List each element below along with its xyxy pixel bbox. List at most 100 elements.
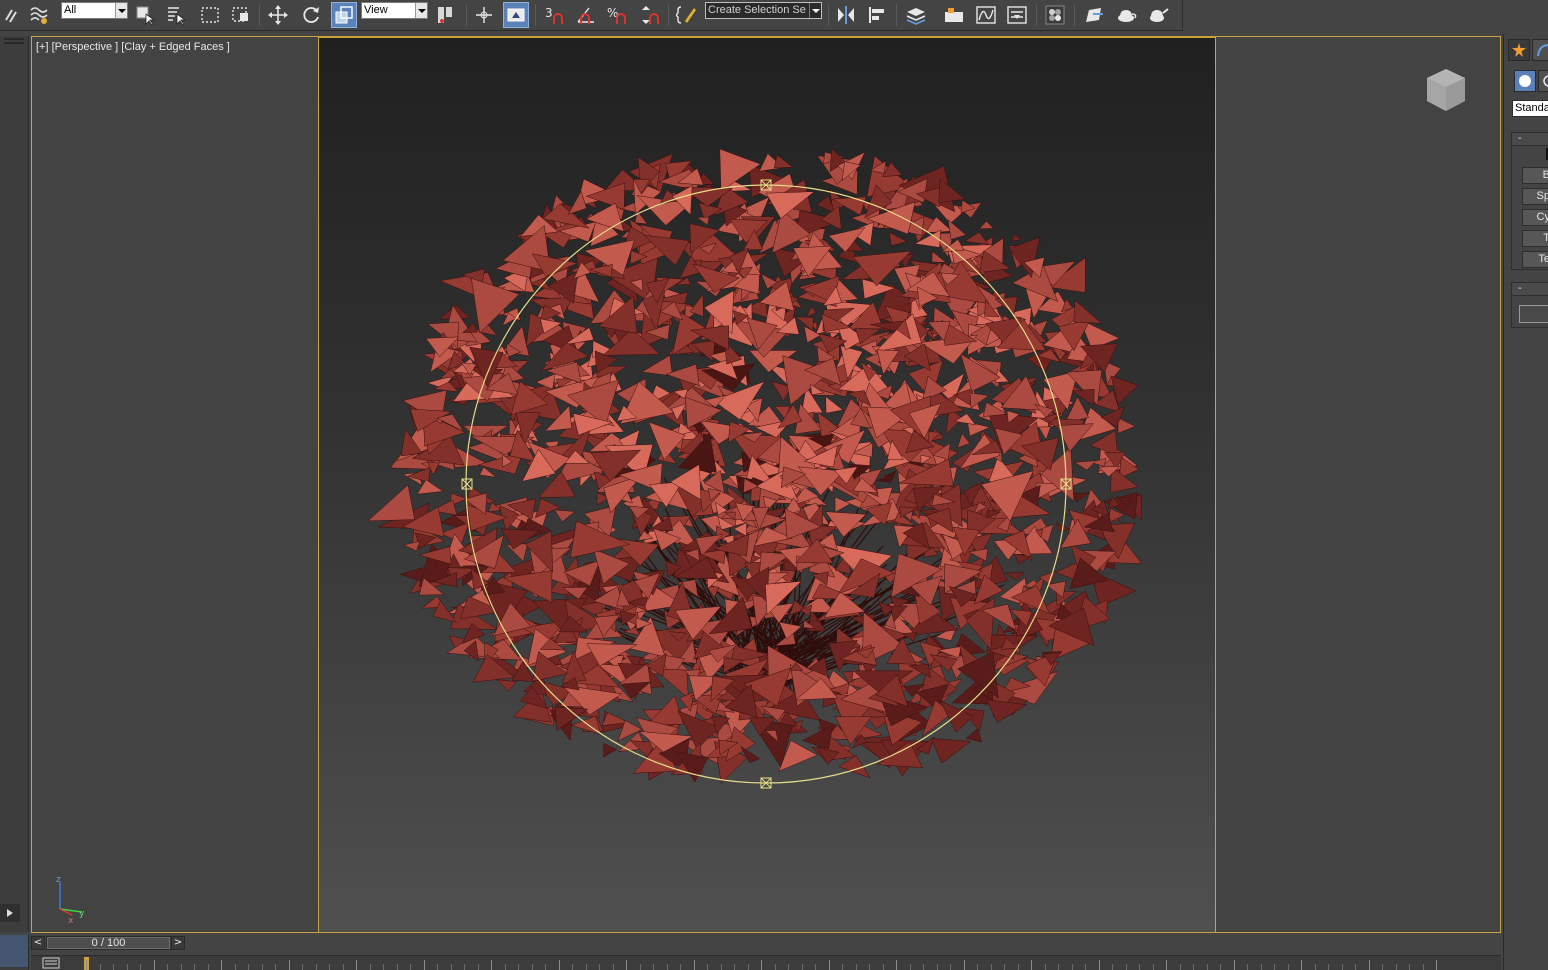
timeline-tick xyxy=(1409,964,1410,970)
toolbar-separator xyxy=(1036,4,1037,26)
tree-foliage-mesh[interactable] xyxy=(367,147,1143,784)
timeline-tick xyxy=(1382,964,1383,970)
object-name-field[interactable] xyxy=(1519,305,1548,323)
keyboard-shortcut-override-icon[interactable] xyxy=(503,2,529,28)
layer-manager-icon[interactable] xyxy=(903,2,929,28)
timeline-tick xyxy=(410,964,411,970)
scene-canvas[interactable]: z x y xyxy=(32,37,1501,933)
tab-modify[interactable] xyxy=(1532,39,1548,61)
render-setup-icon[interactable] xyxy=(1081,2,1107,28)
timeline-tick xyxy=(1098,960,1100,970)
app-window: All View 3 % Create Selection Se [+] [Pe… xyxy=(0,0,1548,970)
object-button-sphere[interactable]: Sp xyxy=(1522,188,1548,205)
select-by-name-icon[interactable] xyxy=(163,2,189,28)
object-button-teapot[interactable]: Te xyxy=(1522,251,1548,268)
next-frame-button[interactable]: > xyxy=(171,936,185,950)
toolbar-separator xyxy=(668,4,669,26)
material-editor-icon[interactable] xyxy=(1042,2,1068,28)
spinner-snap-icon[interactable] xyxy=(636,2,662,28)
render-production-icon[interactable] xyxy=(1145,2,1171,28)
svg-text:3: 3 xyxy=(545,6,553,20)
move-icon[interactable] xyxy=(265,2,291,28)
object-button-box[interactable]: B xyxy=(1522,167,1548,184)
timeline-tick xyxy=(383,964,384,970)
select-manipulate-icon[interactable] xyxy=(471,2,497,28)
toggle-ribbon-icon[interactable] xyxy=(941,2,967,28)
strip-divider xyxy=(4,42,24,44)
curve-editor-icon[interactable] xyxy=(973,2,999,28)
timeline-tick xyxy=(855,964,857,970)
snaps-toggle-icon[interactable]: 3 xyxy=(541,2,567,28)
scale-icon[interactable] xyxy=(331,2,357,28)
object-type-dropdown[interactable]: Standa xyxy=(1512,100,1548,117)
align-icon[interactable] xyxy=(865,2,891,28)
tab-create[interactable] xyxy=(1508,39,1530,61)
timeline-tick xyxy=(221,960,222,970)
time-slider-handle[interactable]: 0 / 100 xyxy=(47,937,170,949)
timeline-tick xyxy=(585,964,587,970)
named-selection-dropdown[interactable]: Create Selection Se xyxy=(705,2,822,19)
geometry-category-button[interactable] xyxy=(1514,70,1536,92)
viewcube-icon[interactable] xyxy=(1424,67,1468,113)
object-button-cylinder[interactable]: Cy xyxy=(1522,209,1548,226)
rendered-frame-window-icon[interactable] xyxy=(1113,2,1139,28)
angle-snap-icon[interactable] xyxy=(573,2,599,28)
timeline-tick xyxy=(612,964,614,970)
mini-listener-button[interactable] xyxy=(0,935,29,970)
timeline-tick xyxy=(720,964,722,970)
timeline-tick xyxy=(450,964,452,970)
mirror-icon[interactable] xyxy=(833,2,859,28)
timeline-tick xyxy=(315,964,317,970)
reference-coordinate-dropdown[interactable]: View xyxy=(361,2,428,19)
timeline-tick xyxy=(869,964,870,970)
timeline-tick xyxy=(747,964,749,970)
unlink-icon[interactable] xyxy=(0,2,26,28)
timeline-tick xyxy=(1125,964,1127,970)
timeline-tick xyxy=(1341,964,1343,970)
toolbar-separator xyxy=(535,4,536,26)
timeline-tick xyxy=(1152,964,1154,970)
rotate-icon[interactable] xyxy=(298,2,324,28)
shapes-category-button[interactable] xyxy=(1538,70,1548,92)
object-button-torus[interactable]: T xyxy=(1522,230,1548,247)
rollout-collapse-toggle: - xyxy=(1518,133,1522,144)
select-object-icon[interactable] xyxy=(132,2,158,28)
timeline-tick xyxy=(329,964,330,970)
toolbar-separator xyxy=(259,4,260,26)
timeline-tick xyxy=(936,964,938,970)
timeline-tick xyxy=(639,964,641,970)
edit-named-selection-icon[interactable] xyxy=(674,2,700,28)
toolbar-separator xyxy=(1074,4,1075,26)
name-color-rollout-header[interactable]: - xyxy=(1511,282,1548,296)
previous-frame-button[interactable]: < xyxy=(31,936,45,950)
timeline-tick xyxy=(801,964,803,970)
pivot-center-icon[interactable] xyxy=(432,2,458,28)
window-crossing-icon[interactable] xyxy=(228,2,254,28)
selection-handle-left[interactable] xyxy=(461,478,473,490)
timeline-tick xyxy=(1085,964,1086,970)
rectangular-selection-icon[interactable] xyxy=(197,2,223,28)
timeline-tick xyxy=(126,964,128,970)
track-bar[interactable] xyxy=(31,955,1501,970)
timeline-tick xyxy=(909,964,911,970)
schematic-view-icon[interactable] xyxy=(1004,2,1030,28)
expand-panel-arrow-icon[interactable] xyxy=(0,904,20,922)
timeline-tick xyxy=(207,964,209,970)
chevron-down-icon xyxy=(809,3,821,18)
timeline-tick xyxy=(896,960,897,970)
axis-x-label: x xyxy=(68,916,74,926)
selection-filter-dropdown[interactable]: All xyxy=(61,2,128,19)
timeline-tick xyxy=(1355,964,1356,970)
time-slider-bar: < 0 / 100 > xyxy=(31,935,1501,951)
object-type-rollout-header[interactable]: - xyxy=(1511,132,1548,146)
object-button-label: Sp xyxy=(1536,190,1548,202)
key-filters-icon[interactable] xyxy=(42,957,60,969)
bind-space-warp-icon[interactable] xyxy=(26,2,52,28)
timeline-tick xyxy=(113,964,114,970)
timeline-tick xyxy=(693,960,695,970)
timeline-tick xyxy=(302,964,303,970)
timeline-tick xyxy=(194,964,195,970)
percent-snap-icon[interactable]: % xyxy=(604,2,630,28)
perspective-viewport[interactable]: [+] [Perspective ] [Clay + Edged Faces ]… xyxy=(31,36,1501,933)
timeline-tick xyxy=(828,960,830,970)
